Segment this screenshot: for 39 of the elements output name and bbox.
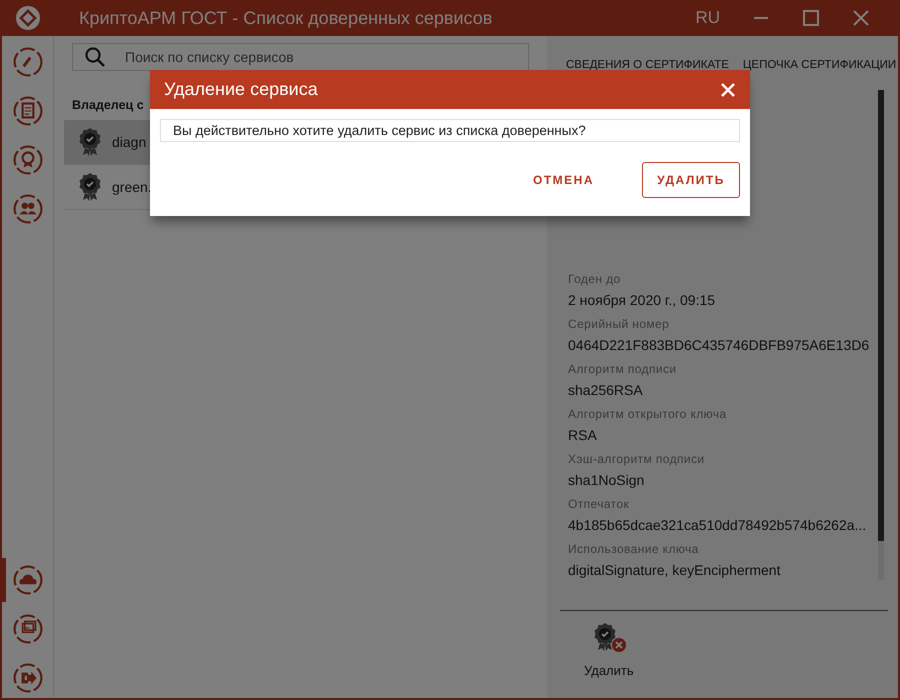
cancel-button[interactable]: ОТМЕНА (519, 162, 608, 198)
pen-icon (13, 47, 43, 77)
field-value: digitalSignature, keyEncipherment (568, 562, 782, 578)
field-label: Алгоритм открытого ключа (568, 407, 728, 421)
cloud-icon (13, 565, 43, 595)
field-value: RSA (568, 427, 598, 443)
document-icon (13, 96, 43, 126)
logo-icon (15, 5, 41, 31)
service-name: diagn (112, 134, 146, 150)
field-label: Отпечаток (568, 497, 630, 511)
field-label: Хэш-алгоритм подписи (568, 452, 706, 466)
delete-button[interactable]: УДАЛИТЬ (642, 162, 740, 198)
people-icon (13, 194, 43, 224)
maximize-icon[interactable] (800, 7, 822, 29)
tab[interactable]: СВЕДЕНИЯ О СЕРТИФИКАТЕ (566, 47, 729, 82)
language-button[interactable]: RU (695, 8, 720, 28)
exit-icon (13, 663, 43, 693)
scrollbar-thumb[interactable] (878, 90, 884, 541)
field-value: 0464D221F883BD6C435746DBFB975A6E13D6 (568, 337, 870, 353)
windows-icon (13, 614, 43, 644)
dialog-message: Вы действительно хотите удалить сервис из списка доверенных? (160, 119, 740, 142)
field-value: 2 ноября 2020 г., 09:15 (568, 292, 716, 308)
column-header: Владелец с (72, 98, 145, 112)
tab[interactable]: ЦЕПОЧКА СЕРТИФИКАЦИИ (742, 47, 896, 82)
search-field[interactable]: Поиск по списку сервисов (72, 43, 529, 71)
service-name: green. (112, 179, 152, 195)
delete-button[interactable]: Удалить (584, 621, 634, 698)
field-value: sha1NoSign (568, 472, 646, 488)
field-label: Годен до (568, 272, 622, 286)
window-title: КриптоАРМ ГОСТ - Список доверенных сервисов (79, 8, 494, 28)
certificate-icon (13, 145, 43, 175)
close-icon[interactable] (720, 82, 736, 98)
field-label: Серийный номер (568, 317, 670, 331)
field-label: Использование ключа (568, 542, 700, 556)
field-value: sha256RSA (568, 382, 644, 398)
dialog-title: Удаление сервиса (164, 79, 318, 100)
field-label: Алгоритм подписи (568, 362, 678, 376)
search-icon (84, 46, 106, 68)
field-value: 4b185b65dcae321ca510dd78492b574b6262a... (568, 517, 868, 533)
